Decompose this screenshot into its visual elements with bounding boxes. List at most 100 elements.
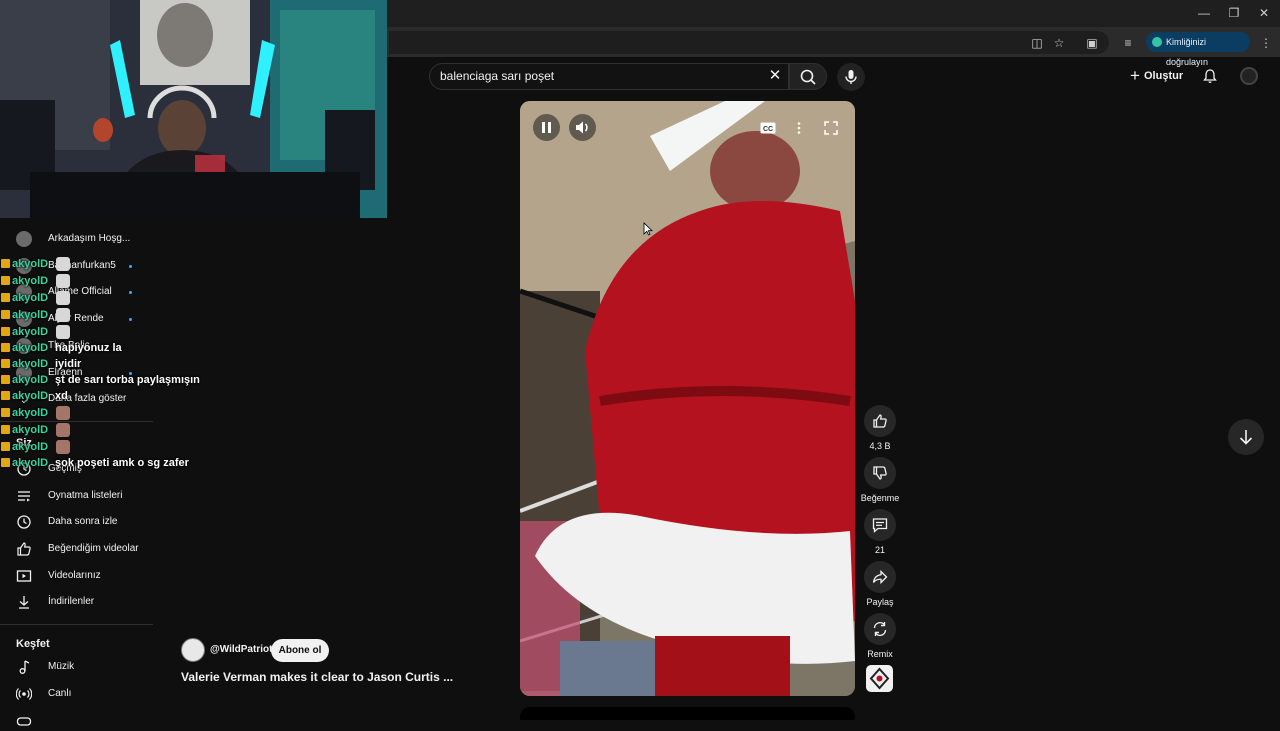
create-label: Oluştur (1144, 70, 1184, 82)
chat-username: akyolD (12, 407, 49, 419)
plus-icon: + (1130, 66, 1140, 85)
crown-badge-icon (1, 442, 10, 451)
sidebar-item-label: İndirilenler (48, 596, 95, 607)
url-field[interactable] (389, 31, 1109, 54)
media-control-icon[interactable]: ≡ (1119, 34, 1137, 52)
emote-icon (56, 325, 70, 339)
chat-username: akyolD (12, 358, 49, 370)
share-button[interactable] (864, 561, 896, 593)
sidebar-item-live[interactable]: Canlı (16, 684, 71, 704)
emote-icon (56, 257, 70, 271)
microphone-icon (845, 70, 857, 84)
sidebar-item-watch-later[interactable]: Daha sonra izle (16, 512, 117, 532)
minimize-button[interactable]: — (1190, 4, 1218, 22)
svg-text:CC: CC (763, 126, 773, 133)
emote-icon (56, 274, 70, 288)
chat-username: akyolD (12, 326, 49, 338)
video-frame (520, 101, 855, 696)
short-title[interactable]: Valerie Verman makes it clear to Jason C… (181, 670, 471, 684)
sidebar-item-downloads[interactable]: İndirilenler (16, 592, 94, 612)
captions-icon: CC (760, 122, 776, 134)
volume-icon (576, 121, 588, 134)
crown-badge-icon (1, 359, 10, 368)
dislike-button[interactable] (864, 457, 896, 489)
comments-button[interactable] (864, 509, 896, 541)
sidebar-item-your-videos[interactable]: Videolarınız (16, 566, 101, 586)
extensions-icon[interactable]: ▣ (1083, 34, 1101, 52)
playlist-icon (18, 491, 30, 502)
notifications-bell-icon[interactable] (1202, 68, 1218, 84)
captions-button[interactable]: CC (759, 119, 777, 137)
verify-label: Kimliğinizi doğrulayın (1166, 37, 1209, 67)
explore-section-heading: Keşfet (16, 638, 50, 650)
crown-badge-icon (1, 293, 10, 302)
chat-text: xd (55, 390, 68, 402)
chat-username: akyolD (12, 292, 49, 304)
search-input[interactable]: balenciaga sarı poşet (429, 63, 789, 90)
chat-username: akyolD (12, 390, 49, 402)
crown-badge-icon (1, 276, 10, 285)
channel-avatar[interactable] (181, 638, 205, 662)
sidebar-item-label: Müzik (48, 661, 75, 672)
voice-search-button[interactable] (837, 63, 865, 91)
remix-icon (873, 621, 887, 637)
emote-icon (56, 423, 70, 437)
sidebar-item-music[interactable]: Müzik (16, 657, 74, 677)
sound-thumbnail[interactable] (866, 665, 893, 692)
sidebar-item-label: Beğendiğim videolar (48, 543, 139, 554)
share-label: Paylaş (866, 597, 894, 607)
restore-button[interactable]: ❐ (1220, 4, 1248, 22)
bookmark-star-icon[interactable]: ☆ (1050, 34, 1068, 52)
channel-logo-icon (869, 667, 890, 690)
close-button[interactable]: ✕ (1250, 4, 1278, 22)
sidebar-item-label: Canlı (48, 688, 72, 699)
clear-search-icon[interactable]: ✕ (766, 67, 784, 85)
remix-label: Remix (867, 649, 893, 659)
next-short-preview[interactable] (520, 707, 855, 720)
fullscreen-button[interactable] (822, 119, 840, 137)
subscribe-button[interactable]: Abone ol (271, 639, 329, 662)
sidebar-channel-item[interactable]: Arkadaşım Hoşg... (16, 229, 130, 249)
chat-username: akyolD (12, 424, 49, 436)
crown-badge-icon (1, 458, 10, 467)
search-button[interactable] (789, 63, 827, 90)
channel-name[interactable]: @WildPatriot (210, 644, 272, 655)
sidebar-item-playlists[interactable]: Oynatma listeleri (16, 486, 122, 506)
sidebar-item-label: Oynatma listeleri (48, 490, 123, 501)
video-icon (16, 570, 32, 582)
short-video-player[interactable]: CC (520, 101, 855, 696)
pause-button[interactable] (533, 114, 560, 141)
create-button[interactable]: + Oluştur (1128, 64, 1188, 88)
mute-button[interactable] (569, 114, 596, 141)
gamepad-icon (16, 717, 32, 726)
thumb-down-icon (873, 466, 887, 480)
sidebar-divider (0, 624, 153, 625)
chat-text: şok poşeti amk o sg zafer (55, 457, 189, 469)
chat-username: akyolD (12, 374, 49, 386)
clock-icon (17, 515, 31, 529)
chat-username: akyolD (12, 441, 49, 453)
more-options-button[interactable] (790, 119, 808, 137)
sidebar-item-label: Arkadaşım Hoşg... (48, 233, 131, 244)
crown-badge-icon (1, 259, 10, 268)
verify-identity-button[interactable]: Kimliğinizi doğrulayın (1146, 32, 1250, 67)
install-app-icon[interactable]: ◫ (1028, 34, 1046, 52)
sidebar-item-liked-videos[interactable]: Beğendiğim videolar (16, 539, 139, 559)
thumb-up-icon (873, 414, 887, 428)
dislike-label: Beğenme (860, 493, 900, 503)
next-short-button[interactable] (1228, 419, 1264, 455)
thumb-up-icon (17, 542, 31, 556)
emote-icon (56, 440, 70, 454)
sidebar-item-gaming[interactable] (16, 711, 48, 731)
sidebar-item-label: Daha sonra izle (48, 516, 118, 527)
account-avatar[interactable] (1240, 67, 1258, 85)
like-button[interactable] (864, 405, 896, 437)
search-icon (800, 69, 816, 85)
crown-badge-icon (1, 408, 10, 417)
webcam-overlay (0, 0, 387, 218)
browser-menu-icon[interactable]: ⋮ (1257, 34, 1275, 52)
crown-badge-icon (1, 310, 10, 319)
mouse-cursor-icon (643, 222, 653, 236)
remix-button[interactable] (864, 613, 896, 645)
arrow-down-icon (1239, 430, 1253, 445)
